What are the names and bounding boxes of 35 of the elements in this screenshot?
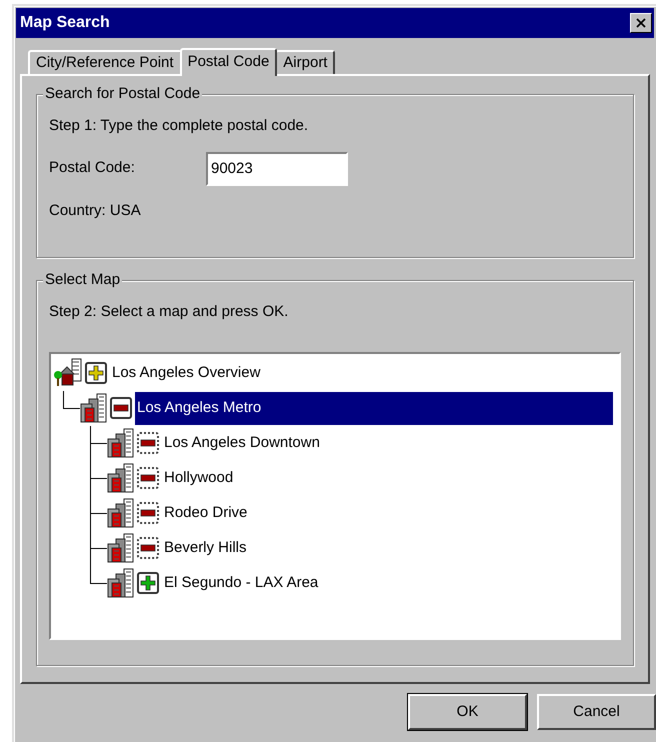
tree-item[interactable]: Los Angeles Overview: [110, 356, 613, 390]
tab[interactable]: City/Reference Point: [28, 50, 182, 74]
tree-item[interactable]: Los Angeles Downtown: [162, 426, 613, 460]
buildings-icon: [107, 533, 135, 563]
close-button[interactable]: [630, 13, 652, 33]
tree-item[interactable]: Beverly Hills: [162, 532, 613, 564]
plus-icon[interactable]: [85, 362, 107, 384]
close-icon: [636, 18, 646, 28]
minus-icon[interactable]: [110, 397, 132, 419]
tab[interactable]: Airport: [275, 50, 336, 74]
group-title: Select Map: [43, 271, 122, 289]
buildings-icon: [107, 463, 135, 493]
minus-icon[interactable]: [137, 537, 159, 559]
buildings-icon: [80, 393, 108, 423]
tree-item[interactable]: Hollywood: [162, 462, 613, 494]
field-label: Postal Code:: [49, 158, 136, 178]
step-text: Step 1: Type the complete postal code.: [49, 116, 310, 136]
postal-code-field[interactable]: 90023: [206, 152, 348, 186]
buildings-icon: [107, 568, 135, 598]
tree-item[interactable]: Los Angeles Metro: [135, 392, 613, 424]
minus-icon[interactable]: [137, 467, 159, 489]
minus-icon[interactable]: [137, 432, 159, 454]
window-title: Map Search: [20, 13, 110, 33]
plus-icon[interactable]: [137, 572, 159, 594]
buildings-icon: [107, 428, 135, 458]
minus-icon[interactable]: [137, 502, 159, 524]
tab[interactable]: Postal Code: [180, 48, 278, 76]
dialog-button[interactable]: OK: [408, 694, 527, 730]
step-text: Step 2: Select a map and press OK.: [49, 302, 290, 322]
dialog-button[interactable]: Cancel: [537, 694, 656, 730]
tree-item[interactable]: El Segundo - LAX Area: [162, 566, 613, 600]
house-and-tree-icon: [53, 358, 83, 388]
country-text: Country: USA: [49, 200, 142, 220]
tree-item[interactable]: Rodeo Drive: [162, 496, 613, 530]
buildings-icon: [107, 498, 135, 528]
